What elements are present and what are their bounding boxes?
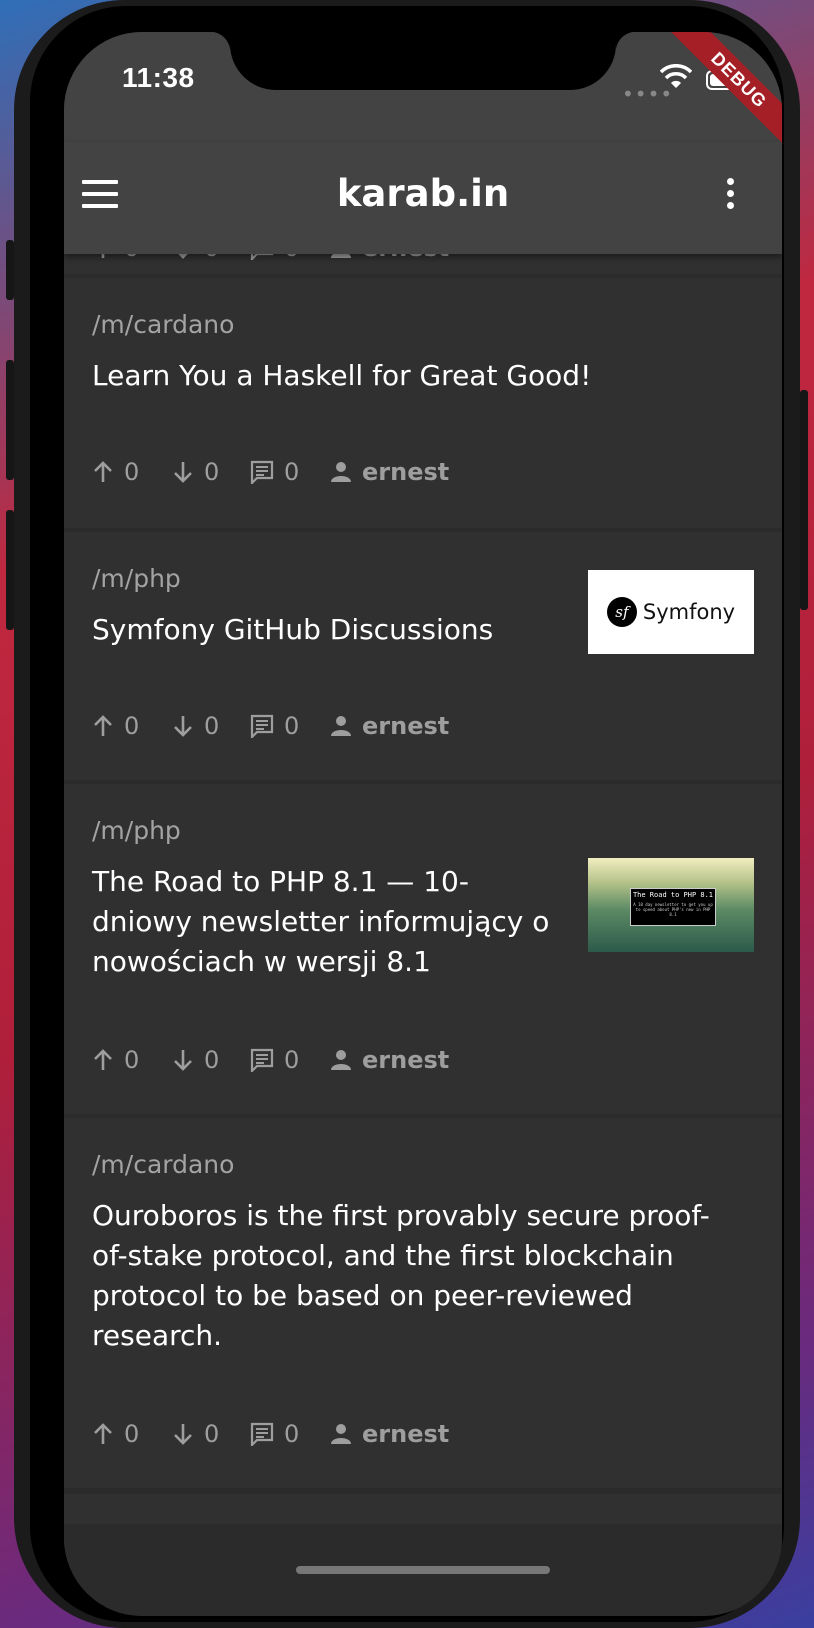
post-title[interactable]: Symfony GitHub Discussions xyxy=(92,610,552,650)
post-title[interactable]: Learn You a Haskell for Great Good! xyxy=(92,356,732,396)
phone-frame: 0 0 0 ernest xyxy=(6,0,808,1628)
person-icon xyxy=(331,1424,351,1444)
arrow-up-icon xyxy=(94,461,112,482)
app-screen: 0 0 0 ernest xyxy=(64,32,782,1616)
thumbnail-title: The Road to PHP 8.1 xyxy=(632,891,714,899)
silent-switch xyxy=(6,240,14,300)
downvote-button[interactable]: 0 xyxy=(172,458,219,486)
home-indicator[interactable] xyxy=(296,1566,550,1574)
comment-icon xyxy=(250,1048,274,1072)
magazine-link[interactable]: /m/php xyxy=(92,816,181,845)
comments-button[interactable]: 0 xyxy=(250,1420,299,1448)
upvote-button[interactable]: 0 xyxy=(92,458,139,486)
thumbnail-subtitle: A 10 day newsletter to get you up to spe… xyxy=(633,902,713,917)
downvote-count: 0 xyxy=(204,1046,220,1074)
upvote-button[interactable]: 0 xyxy=(92,1420,139,1448)
author-link[interactable]: ernest xyxy=(330,712,449,740)
upvote-count: 0 xyxy=(124,1420,140,1448)
symfony-logo-icon: sf xyxy=(606,597,637,627)
thumbnail-brand-text: Symfony xyxy=(642,600,736,624)
post-card[interactable]: /m/php Symfony GitHub Discussions sf Sym… xyxy=(64,532,782,780)
post-thumbnail[interactable]: The Road to PHP 8.1 A 10 day newsletter … xyxy=(588,858,754,952)
app-title: karab.in xyxy=(336,172,510,215)
more-vert-icon[interactable] xyxy=(724,178,736,214)
arrow-up-icon xyxy=(94,1423,112,1444)
downvote-button[interactable]: 0 xyxy=(172,712,219,740)
upvote-count: 0 xyxy=(124,712,140,740)
author-name: ernest xyxy=(362,1046,450,1074)
arrow-down-icon xyxy=(174,462,192,483)
post-feed[interactable]: 0 0 0 ernest xyxy=(64,32,782,1616)
author-link[interactable]: ernest xyxy=(330,1046,449,1074)
author-name: ernest xyxy=(362,1420,450,1448)
volume-down-button xyxy=(6,510,14,630)
comment-icon xyxy=(250,1422,274,1446)
comment-count: 0 xyxy=(284,1046,300,1074)
magazine-link[interactable]: /m/cardano xyxy=(92,1150,234,1179)
volume-up-button xyxy=(6,360,14,480)
author-name: ernest xyxy=(362,712,450,740)
magazine-link[interactable]: /m/php xyxy=(92,564,181,593)
downvote-button[interactable]: 0 xyxy=(172,1420,219,1448)
person-icon xyxy=(331,716,351,736)
comment-icon xyxy=(250,714,274,738)
author-link[interactable]: ernest xyxy=(330,1420,449,1448)
arrow-down-icon xyxy=(174,1424,192,1445)
author-link[interactable]: ernest xyxy=(330,458,449,486)
downvote-button[interactable]: 0 xyxy=(172,1046,219,1074)
comment-count: 0 xyxy=(284,458,300,486)
comments-button[interactable]: 0 xyxy=(250,458,299,486)
person-icon xyxy=(331,462,351,482)
app-bar: karab.in xyxy=(64,142,782,254)
arrow-down-icon xyxy=(174,1050,192,1071)
power-button xyxy=(800,390,808,610)
wifi-icon xyxy=(660,64,692,88)
downvote-count: 0 xyxy=(204,712,220,740)
comment-count: 0 xyxy=(284,1420,300,1448)
post-title[interactable]: The Road to PHP 8.1 — 10-dniowy newslett… xyxy=(92,862,562,982)
arrow-up-icon xyxy=(94,715,112,736)
magazine-link[interactable]: /m/cardano xyxy=(92,310,234,339)
post-title[interactable]: Ouroboros is the first provably secure p… xyxy=(92,1196,732,1356)
arrow-up-icon xyxy=(94,1049,112,1070)
post-thumbnail[interactable]: sf Symfony xyxy=(588,570,754,654)
upvote-button[interactable]: 0 xyxy=(92,712,139,740)
comments-button[interactable]: 0 xyxy=(250,1046,299,1074)
downvote-count: 0 xyxy=(204,1420,220,1448)
status-bar: 11:38 •••• xyxy=(64,32,782,142)
upvote-count: 0 xyxy=(124,458,140,486)
post-card[interactable]: /m/php The Road to PHP 8.1 — 10-dniowy n… xyxy=(64,784,782,1114)
arrow-down-icon xyxy=(174,716,192,737)
comment-icon xyxy=(250,460,274,484)
comment-count: 0 xyxy=(284,712,300,740)
person-icon xyxy=(331,1050,351,1070)
thumbnail-caption: The Road to PHP 8.1 A 10 day newsletter … xyxy=(630,888,716,926)
author-name: ernest xyxy=(362,458,450,486)
comments-button[interactable]: 0 xyxy=(250,712,299,740)
upvote-count: 0 xyxy=(124,1046,140,1074)
upvote-button[interactable]: 0 xyxy=(92,1046,139,1074)
status-time: 11:38 xyxy=(122,62,195,93)
post-card[interactable]: /m/cardano Learn You a Haskell for Great… xyxy=(64,278,782,528)
downvote-count: 0 xyxy=(204,458,220,486)
post-card[interactable]: /m/cardano Ouroboros is the first provab… xyxy=(64,1118,782,1488)
notch xyxy=(210,32,636,90)
